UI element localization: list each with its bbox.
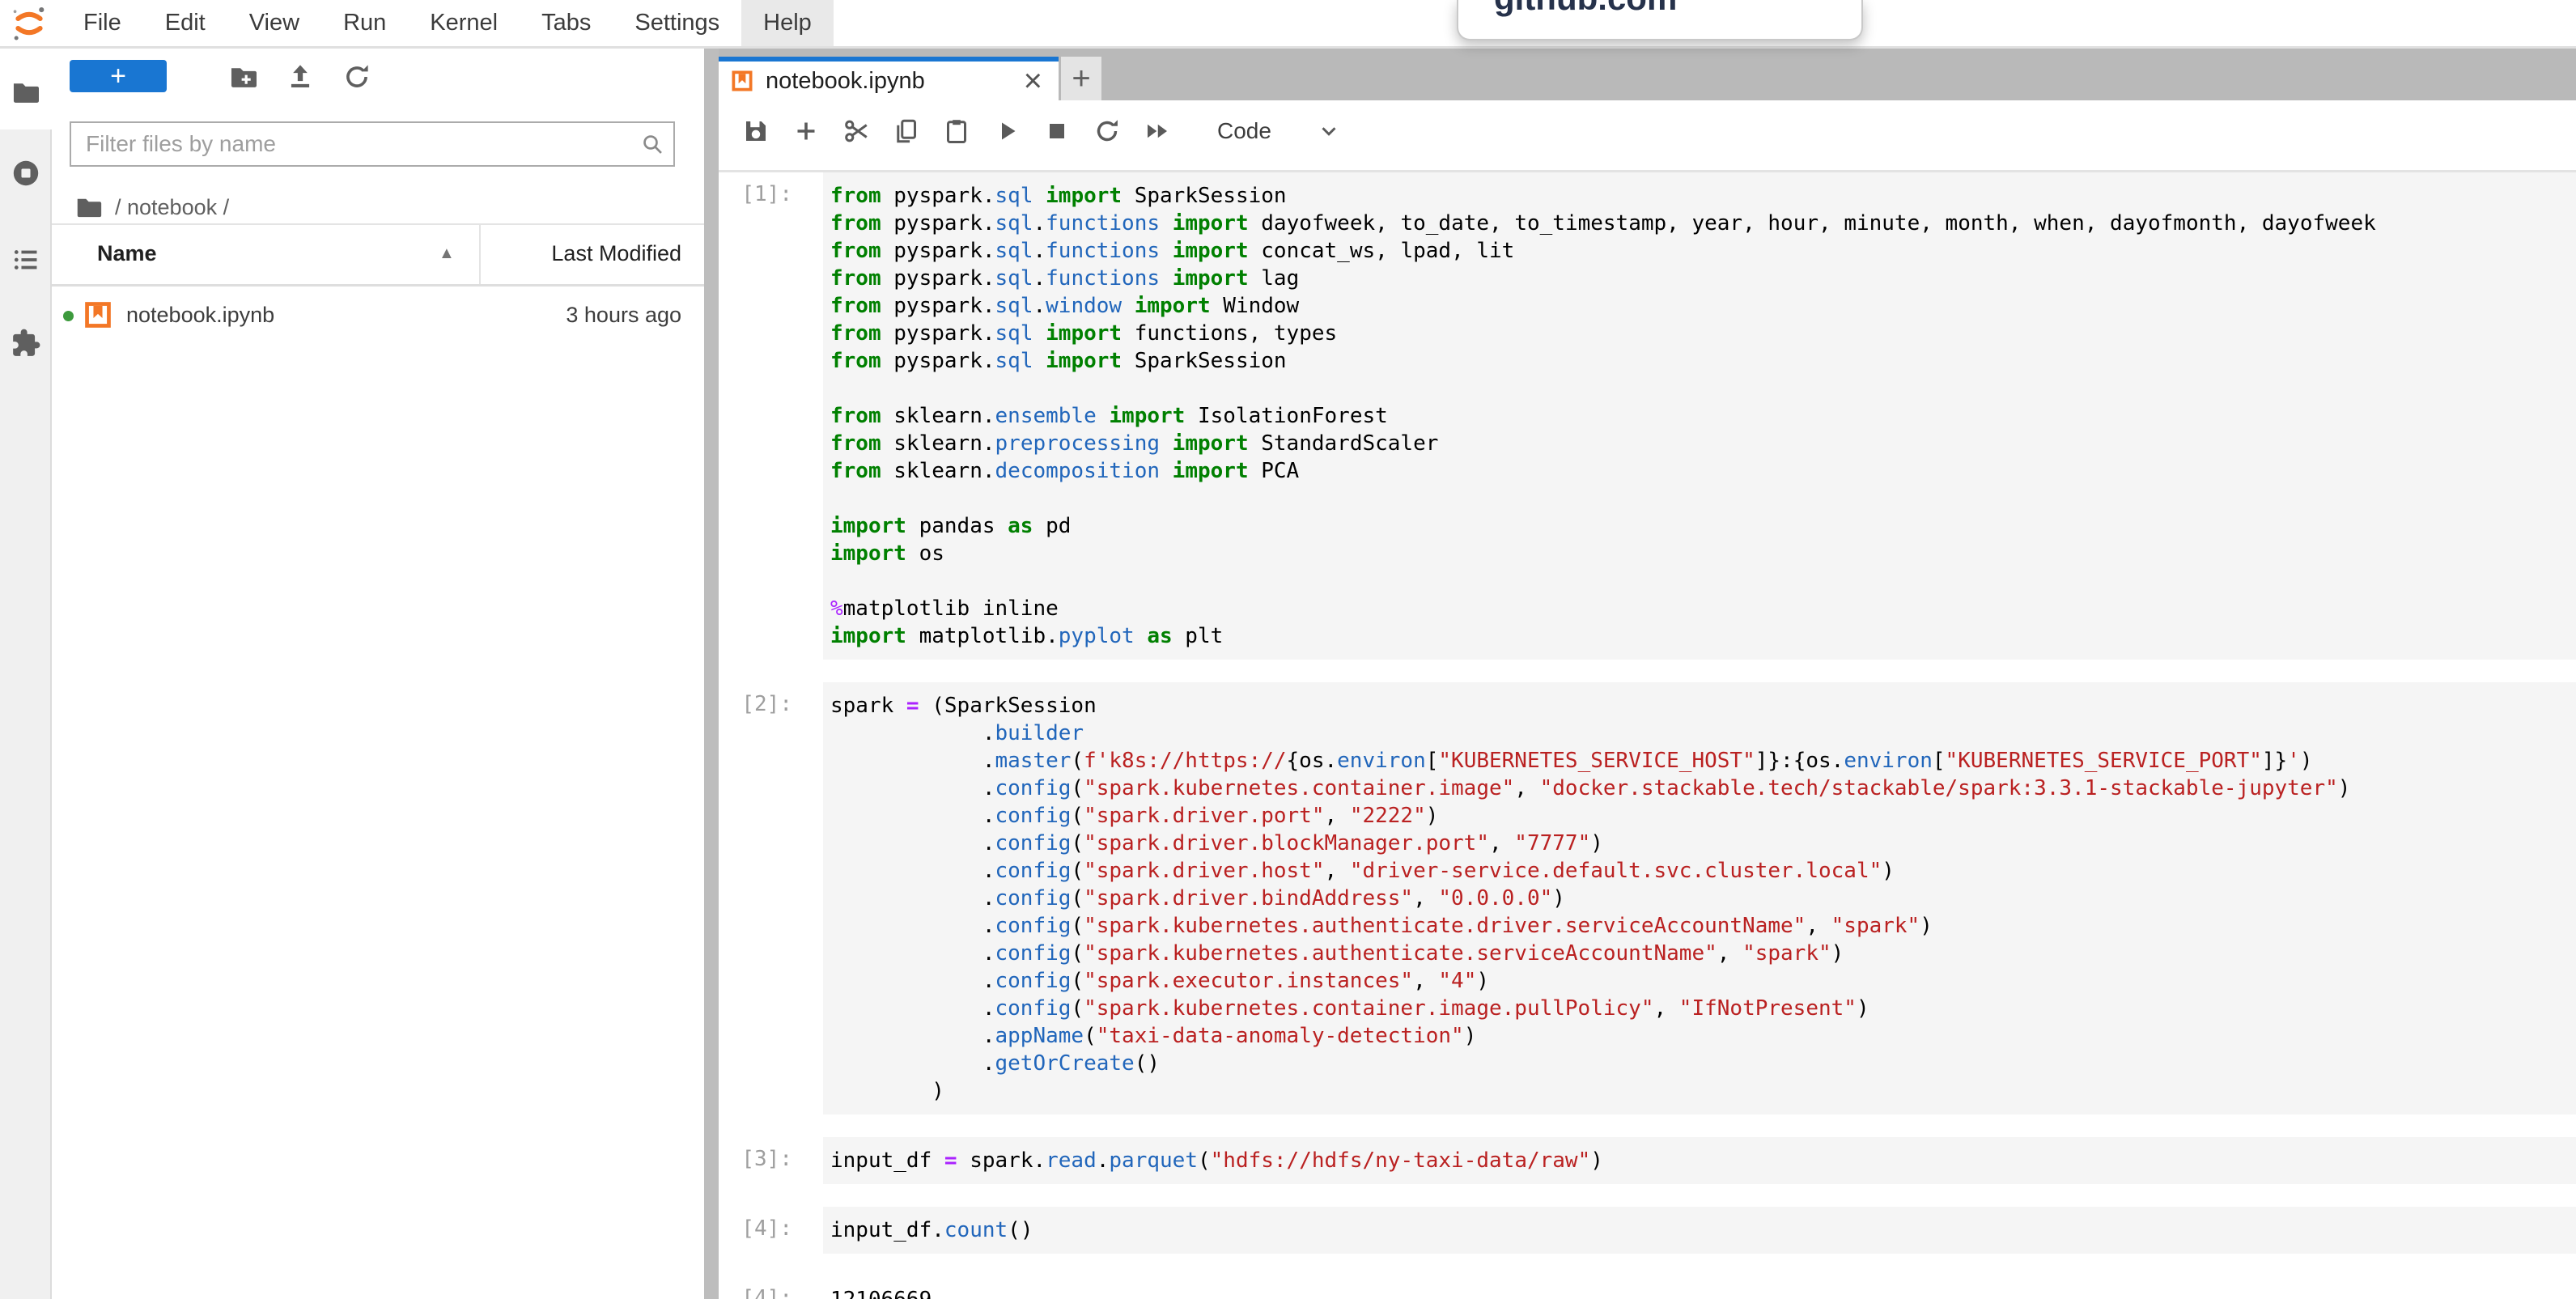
jupyter-logo-icon	[10, 4, 49, 43]
stop-circle-icon[interactable]	[11, 158, 41, 189]
restart-icon[interactable]	[1093, 117, 1122, 146]
cell-prompt: [1]:	[719, 172, 823, 660]
cell-prompt: [3]:	[719, 1137, 823, 1184]
file-modified: 3 hours ago	[566, 303, 681, 328]
file-filter-input[interactable]	[70, 121, 675, 167]
menu-bar: File Edit View Run Kernel Tabs Settings …	[0, 0, 2576, 49]
column-divider	[479, 225, 481, 284]
kernel-running-indicator	[63, 311, 74, 321]
new-tab-button[interactable]: +	[1061, 57, 1101, 100]
tab-bar: notebook.ipynb × +	[719, 49, 2576, 100]
cell-editor[interactable]: input_df.count()	[823, 1207, 2576, 1254]
column-header-modified[interactable]: Last Modified	[551, 241, 681, 266]
cell-editor[interactable]: from pyspark.sql import SparkSessionfrom…	[823, 172, 2576, 660]
menu-settings[interactable]: Settings	[613, 0, 741, 46]
close-icon[interactable]: ×	[1024, 69, 1042, 93]
cell-prompt: [4]:	[719, 1276, 823, 1299]
code-cell: [4]: input_df.count()	[719, 1207, 2576, 1254]
search-icon	[639, 131, 665, 157]
stop-icon[interactable]	[1042, 117, 1072, 146]
menu-help[interactable]: Help	[741, 0, 834, 46]
copy-icon[interactable]	[892, 117, 921, 146]
upload-icon[interactable]	[285, 62, 316, 92]
cell-prompt: [2]:	[719, 682, 823, 1114]
notebook-scroll-area[interactable]: [1]: from pyspark.sql import SparkSessio…	[719, 172, 2576, 1299]
breadcrumb-path[interactable]: / notebook /	[115, 195, 229, 220]
tab-label: notebook.ipynb	[766, 68, 1024, 95]
refresh-icon[interactable]	[342, 62, 372, 92]
file-browser-panel: + / notebook / Name ▲ Last Modified	[52, 49, 704, 1299]
menu-view[interactable]: View	[227, 0, 321, 46]
popup-domain-text: github.com	[1494, 0, 1677, 18]
file-name[interactable]: notebook.ipynb	[126, 303, 274, 328]
puzzle-icon[interactable]	[11, 328, 41, 359]
new-folder-icon[interactable]	[228, 62, 259, 92]
cell-prompt: [4]:	[719, 1207, 823, 1254]
menu-kernel[interactable]: Kernel	[408, 0, 520, 46]
sort-ascending-icon[interactable]: ▲	[439, 244, 455, 263]
notebook-file-icon	[83, 299, 113, 330]
folder-icon[interactable]	[11, 77, 41, 108]
file-list-header: Name ▲ Last Modified	[52, 223, 704, 287]
file-filter	[70, 121, 675, 167]
code-cell: [2]: spark = (SparkSession .builder .mas…	[719, 682, 2576, 1114]
activity-bar	[0, 49, 52, 1299]
cell-output: [4]: 12106669	[719, 1276, 2576, 1299]
menu-run[interactable]: Run	[321, 0, 408, 46]
paste-icon[interactable]	[942, 117, 971, 146]
menu-tabs[interactable]: Tabs	[520, 0, 613, 46]
main-dock: notebook.ipynb × +	[719, 49, 2576, 1299]
notebook-toolbar: Code	[719, 100, 2576, 172]
column-header-name[interactable]: Name	[97, 241, 157, 266]
chevron-down-icon[interactable]	[1317, 119, 1341, 143]
list-icon[interactable]	[11, 244, 41, 275]
browser-popup: github.com	[1457, 0, 1863, 40]
output-text[interactable]: 12106669	[823, 1276, 2576, 1299]
add-cell-icon[interactable]	[791, 117, 821, 146]
fast-forward-icon[interactable]	[1143, 117, 1172, 146]
save-icon[interactable]	[741, 117, 770, 146]
code-cell: [1]: from pyspark.sql import SparkSessio…	[719, 172, 2576, 660]
notebook-file-icon	[730, 69, 754, 93]
notebook-cells: [1]: from pyspark.sql import SparkSessio…	[719, 172, 2576, 1299]
tab-notebook[interactable]: notebook.ipynb ×	[719, 57, 1059, 100]
home-folder-icon[interactable]	[74, 193, 104, 222]
menu-edit[interactable]: Edit	[143, 0, 227, 46]
menu-file[interactable]: File	[62, 0, 143, 46]
new-launcher-button[interactable]: +	[70, 60, 167, 92]
cell-editor[interactable]: input_df = spark.read.parquet("hdfs://hd…	[823, 1137, 2576, 1184]
file-row[interactable]: notebook.ipynb 3 hours ago	[52, 287, 704, 345]
code-cell: [3]: input_df = spark.read.parquet("hdfs…	[719, 1137, 2576, 1184]
cell-type-dropdown[interactable]: Code	[1217, 118, 1271, 144]
panel-splitter[interactable]	[704, 49, 719, 1299]
cell-editor[interactable]: spark = (SparkSession .builder .master(f…	[823, 682, 2576, 1114]
run-icon[interactable]	[992, 117, 1021, 146]
cut-icon[interactable]	[842, 117, 871, 146]
